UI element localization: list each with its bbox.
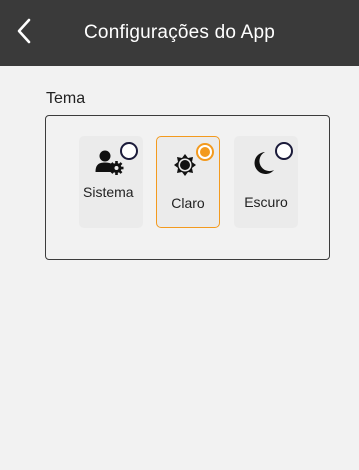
radio-button-sistema[interactable] [120,142,138,160]
app-header: Configurações do App [0,0,359,66]
theme-option-label: Sistema [83,184,134,200]
theme-section-label: Tema [46,90,86,107]
theme-option-escuro[interactable]: Escuro [234,136,298,228]
theme-option-label: Claro [171,195,205,211]
theme-option-label: Escuro [244,194,288,210]
theme-option-claro[interactable]: Claro [156,136,220,228]
theme-option-sistema[interactable]: Sistema [79,136,143,228]
theme-selector: Sistema Claro Escuro [45,115,330,260]
radio-button-claro[interactable] [196,143,214,161]
page-title: Configurações do App [84,22,275,43]
radio-button-escuro[interactable] [275,142,293,160]
